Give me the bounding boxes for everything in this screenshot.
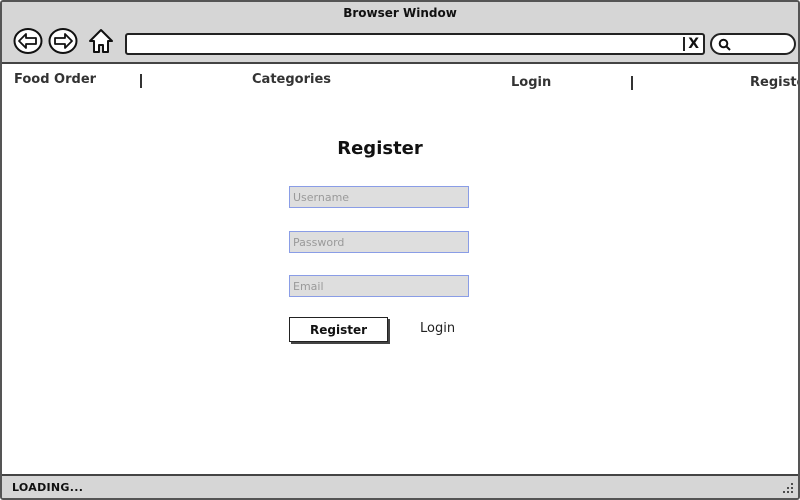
divider (683, 37, 686, 51)
top-navigation: Food Order Categories Login Register (2, 64, 798, 100)
nav-item-register[interactable]: Register (750, 75, 798, 90)
register-button[interactable]: Register (289, 317, 388, 342)
arrow-right-circle-icon (48, 28, 78, 54)
status-bar: LOADING... (2, 474, 798, 498)
forward-button[interactable] (48, 26, 78, 56)
back-button[interactable] (13, 26, 43, 56)
search-icon (718, 38, 731, 51)
nav-item-login[interactable]: Login (511, 75, 551, 90)
address-bar[interactable]: X (125, 33, 705, 55)
home-button[interactable] (86, 26, 116, 56)
resize-grip-icon[interactable] (782, 482, 794, 494)
login-link[interactable]: Login (420, 321, 455, 336)
page-title: Register (337, 138, 423, 159)
search-input[interactable] (710, 33, 796, 55)
browser-window: Browser Window X Food Order Categories L… (0, 0, 800, 500)
arrow-left-circle-icon (13, 28, 43, 54)
close-icon: X (688, 36, 699, 52)
username-field[interactable] (289, 186, 469, 208)
nav-brand-food-order[interactable]: Food Order (14, 72, 96, 87)
clear-url-button[interactable]: X (683, 35, 699, 53)
nav-item-categories[interactable]: Categories (252, 72, 331, 87)
window-title: Browser Window (343, 6, 457, 20)
browser-toolbar: Browser Window X (2, 2, 798, 64)
email-field[interactable] (289, 275, 469, 297)
nav-separator (140, 74, 142, 88)
status-text: LOADING... (12, 481, 84, 494)
nav-separator (631, 76, 633, 90)
home-icon (89, 29, 113, 53)
password-field[interactable] (289, 231, 469, 253)
